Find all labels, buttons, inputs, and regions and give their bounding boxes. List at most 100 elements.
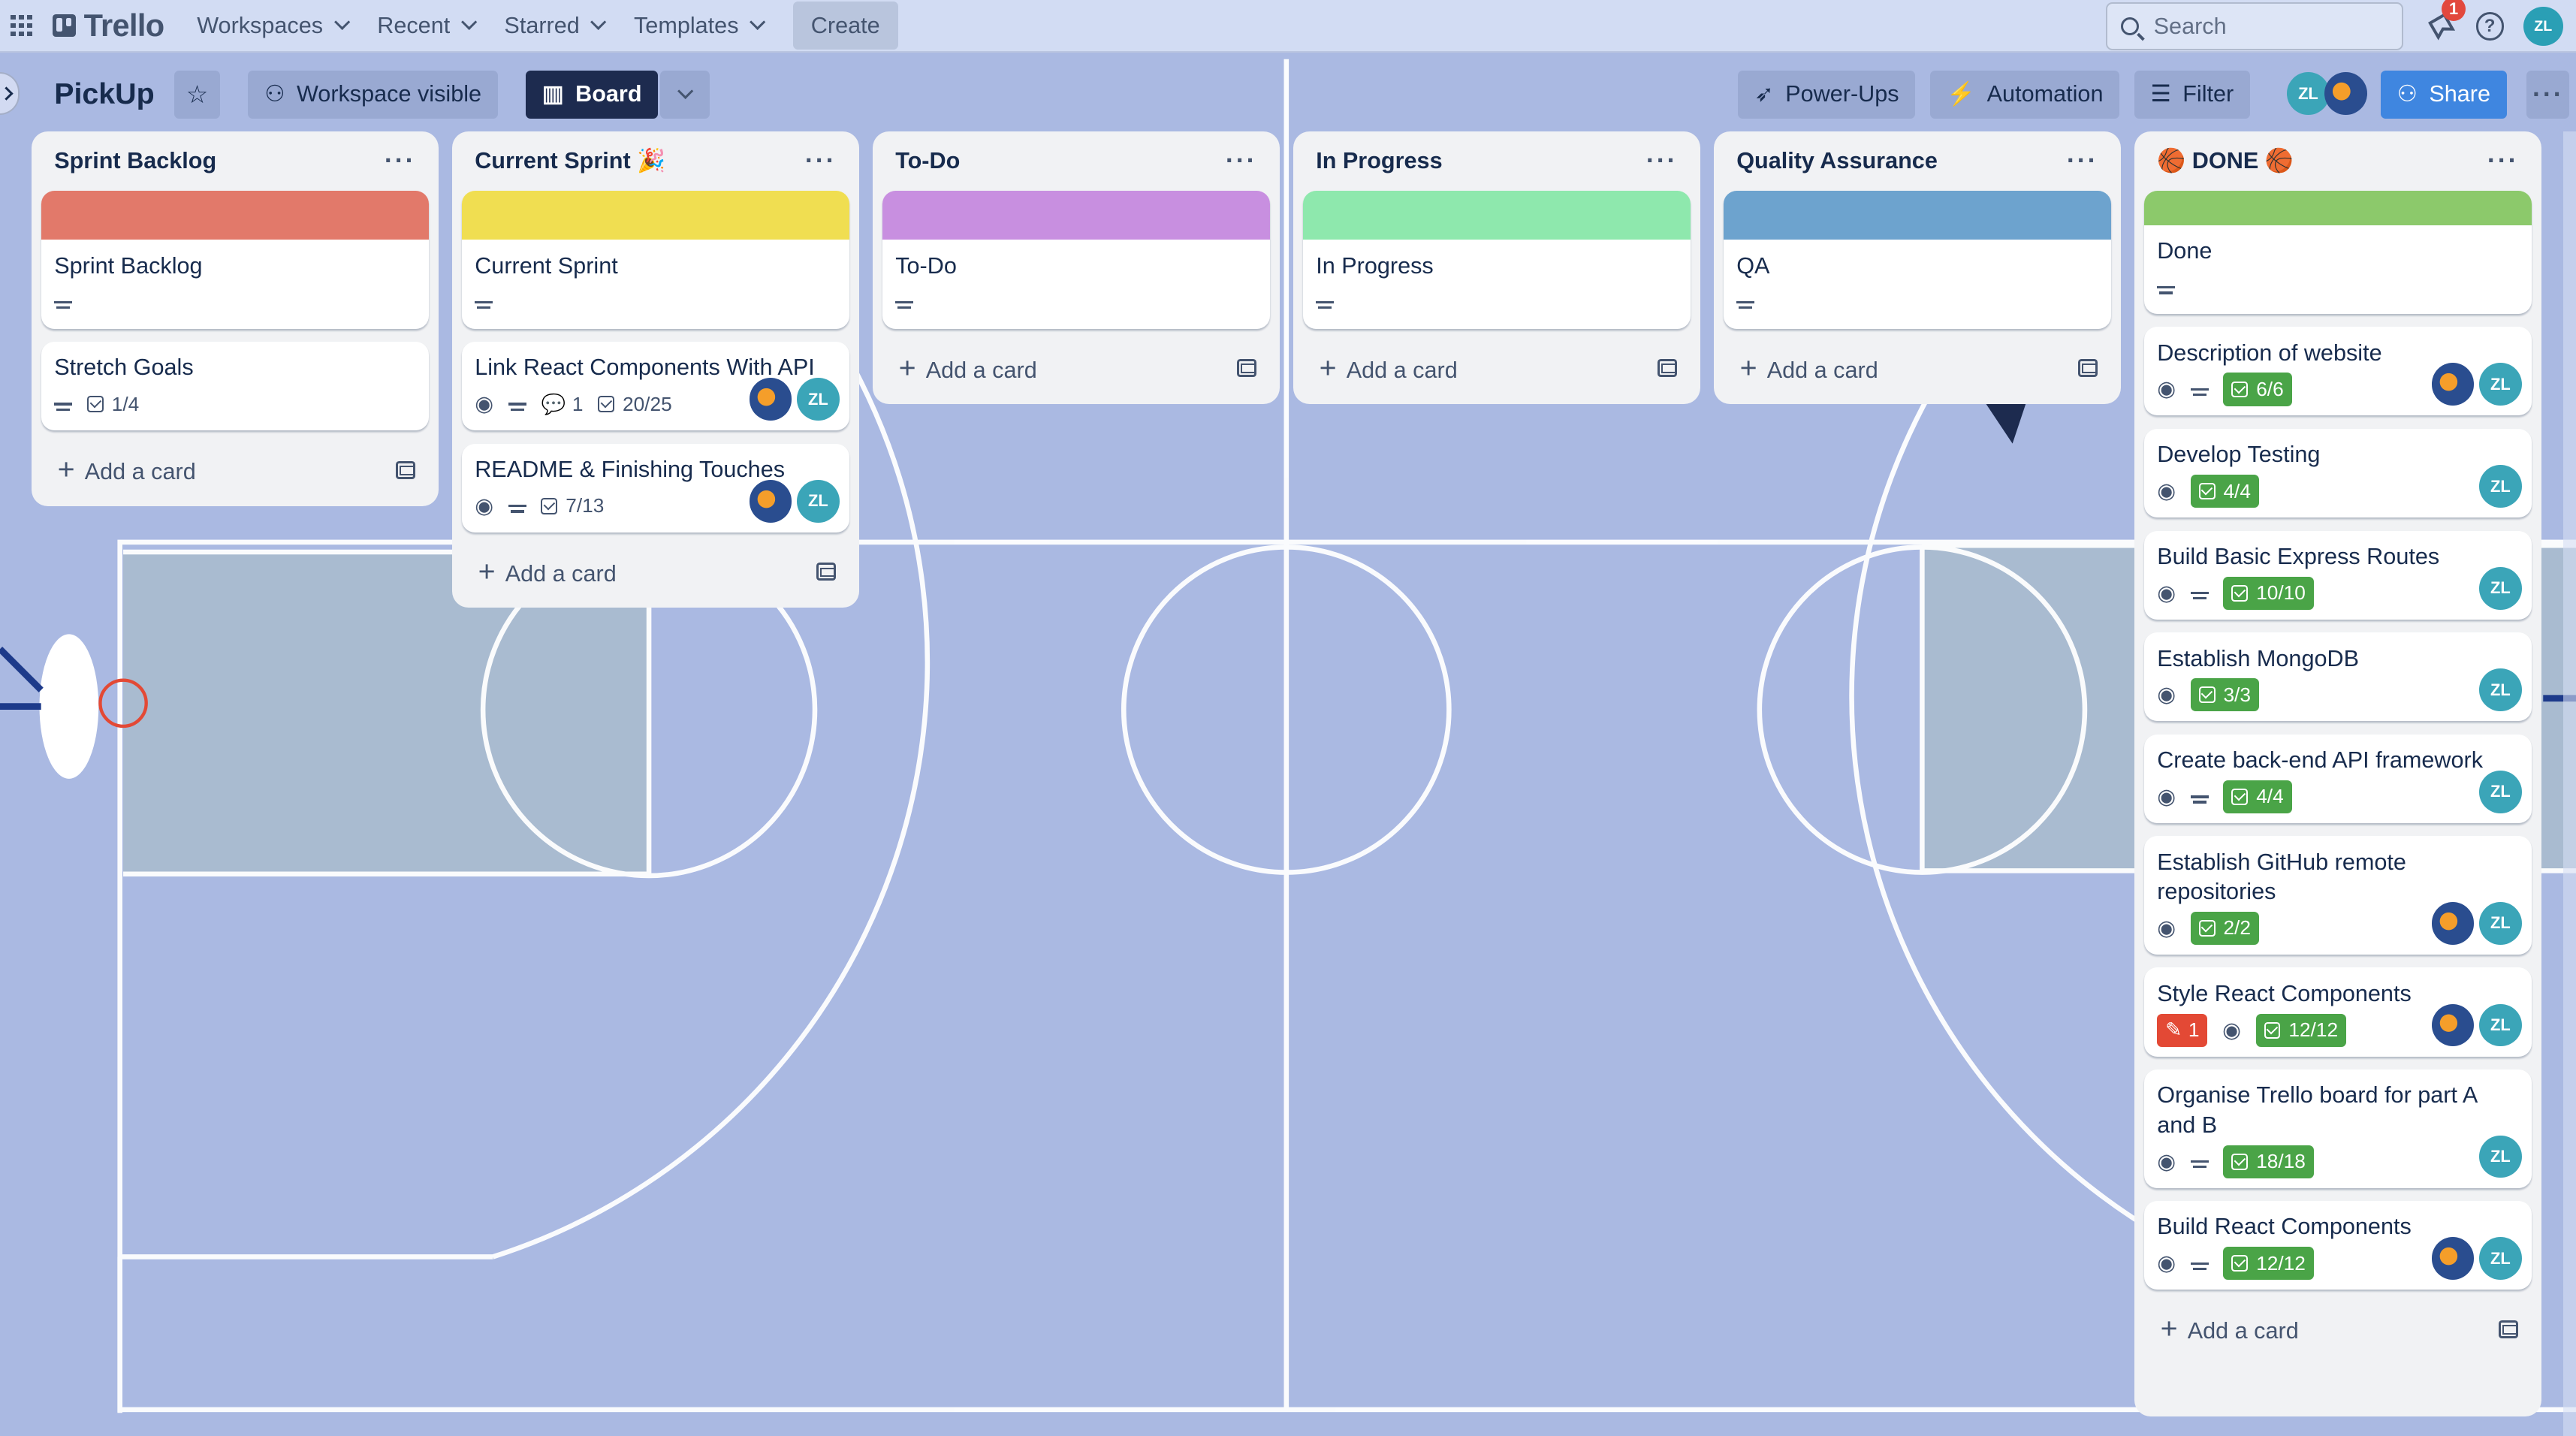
list-header[interactable]: Quality Assurance ··· (1724, 131, 2111, 191)
templates-menu[interactable]: Templates (621, 1, 777, 50)
card[interactable]: README & Finishing Touches ◉ 7/13 ZL (461, 443, 849, 532)
automation-button[interactable]: ⚡ Automation (1930, 71, 2120, 119)
card-title: Current Sprint (475, 252, 618, 279)
add-card-button[interactable]: + Add a card (1303, 342, 1691, 394)
list-menu-icon[interactable]: ··· (2067, 146, 2098, 176)
list-header[interactable]: Current Sprint 🎉 ··· (462, 131, 849, 191)
plus-icon: + (478, 554, 496, 588)
chevron-down-icon (677, 83, 694, 100)
card[interactable]: Build Basic Express Routes ◉ 10/10 ZL (2143, 530, 2532, 620)
card-template-icon[interactable] (816, 563, 837, 581)
card[interactable]: Build React Components ◉ 12/12 ZL (2143, 1201, 2532, 1290)
add-card-label: Add a card (84, 459, 196, 485)
list-header[interactable]: 🏀 DONE 🏀 ··· (2144, 131, 2532, 191)
member-avatar[interactable]: ZL (2478, 770, 2522, 813)
notifications-button[interactable]: 1 (2424, 0, 2466, 44)
list-title[interactable]: To-Do (895, 148, 960, 174)
member-avatar[interactable]: ZL (2478, 465, 2522, 508)
create-button[interactable]: Create (792, 2, 898, 50)
member-avatar[interactable]: ZL (796, 479, 840, 523)
powerups-button[interactable]: ➶ Power-Ups (1738, 71, 1916, 119)
card-template-icon[interactable] (2499, 1320, 2519, 1338)
member-avatar[interactable]: ZL (2478, 566, 2522, 610)
card-template-icon[interactable] (1237, 358, 1257, 378)
card[interactable]: Description of website ◉ 6/6 ZL (2143, 327, 2532, 416)
starred-menu[interactable]: Starred (491, 1, 617, 50)
card[interactable]: Style React Components ✎ 1 ◉ 12/12 ZL (2143, 967, 2532, 1057)
list-title[interactable]: 🏀 DONE 🏀 (2157, 148, 2294, 174)
card[interactable]: Current Sprint (461, 190, 849, 329)
card-title: Stretch Goals (54, 354, 194, 381)
member-avatar-photo[interactable] (2431, 901, 2475, 945)
workspaces-menu[interactable]: Workspaces (184, 1, 361, 50)
member-avatar[interactable]: ZL (2478, 363, 2522, 406)
member-avatar-photo[interactable] (2431, 1003, 2475, 1047)
card[interactable]: Done (2143, 190, 2532, 314)
watch-icon: ◉ (2157, 683, 2176, 707)
card-template-icon[interactable] (2078, 358, 2098, 378)
list-title[interactable]: In Progress (1316, 148, 1442, 174)
app-switcher-icon[interactable] (3, 8, 39, 44)
visibility-button[interactable]: ⚇ Workspace visible (248, 71, 498, 119)
card[interactable]: Develop Testing ◉ 4/4 ZL (2143, 428, 2532, 518)
member-avatar-photo[interactable] (749, 378, 792, 421)
view-switcher-button[interactable] (660, 71, 710, 119)
search-input[interactable]: Search (2106, 2, 2404, 50)
member-avatar-photo[interactable] (749, 479, 792, 523)
list-title[interactable]: Sprint Backlog (54, 148, 216, 174)
add-card-button[interactable]: + Add a card (1724, 342, 2111, 394)
card-template-icon[interactable] (1658, 358, 1678, 378)
member-avatar-photo[interactable] (2431, 1237, 2475, 1281)
card[interactable]: QA (1723, 190, 2111, 329)
card[interactable]: In Progress (1302, 190, 1691, 329)
list-header[interactable]: To-Do ··· (882, 131, 1270, 191)
card[interactable]: Sprint Backlog (41, 190, 429, 329)
member-avatar[interactable]: ZL (2478, 1003, 2522, 1047)
filter-button[interactable]: ☰ Filter (2134, 71, 2251, 119)
member-avatar[interactable]: ZL (2478, 1237, 2522, 1281)
member-avatar[interactable]: ZL (2478, 1135, 2522, 1178)
add-card-button[interactable]: + Add a card (462, 545, 849, 598)
member-avatar[interactable]: ZL (2478, 901, 2522, 945)
card[interactable]: Establish GitHub remote repositories ◉ 2… (2143, 836, 2532, 955)
member-avatar-photo[interactable] (2431, 363, 2475, 406)
list-header[interactable]: Sprint Backlog ··· (41, 131, 429, 191)
card[interactable]: Establish MongoDB ◉ 3/3 ZL (2143, 632, 2532, 722)
board-title[interactable]: PickUp (54, 77, 154, 111)
list-done: 🏀 DONE 🏀 ··· Done Description of website… (2134, 131, 2542, 1416)
list-menu-icon[interactable]: ··· (1646, 146, 1678, 176)
card[interactable]: Stretch Goals 1/4 (41, 342, 429, 431)
card[interactable]: Organise Trello board for part A and B ◉… (2143, 1069, 2532, 1188)
trello-logo[interactable]: Trello (53, 8, 164, 44)
list-title[interactable]: Current Sprint 🎉 (475, 148, 665, 174)
card-template-icon[interactable] (396, 460, 416, 479)
card-cover (461, 190, 849, 240)
list-title[interactable]: Quality Assurance (1736, 148, 1938, 174)
member-avatar-photo[interactable] (2324, 72, 2368, 116)
share-button[interactable]: ⚇ Share (2380, 71, 2507, 119)
list-menu-icon[interactable]: ··· (805, 146, 837, 176)
help-icon[interactable]: ? (2475, 12, 2504, 41)
board-members: ZL (2287, 72, 2368, 116)
list-header[interactable]: In Progress ··· (1303, 131, 1691, 191)
member-avatar[interactable]: ZL (2287, 72, 2330, 116)
member-avatar[interactable]: ZL (796, 378, 840, 421)
add-card-button[interactable]: + Add a card (882, 342, 1270, 394)
card[interactable]: Create back-end API framework ◉ 4/4 ZL (2143, 734, 2532, 823)
card[interactable]: Link React Components With API ◉ 💬 1 20/2… (461, 342, 849, 431)
list-menu-icon[interactable]: ··· (1226, 146, 1257, 176)
list-menu-icon[interactable]: ··· (2487, 146, 2519, 176)
card[interactable]: To-Do (882, 190, 1270, 329)
star-board-button[interactable]: ☆ (173, 71, 221, 119)
account-avatar[interactable]: ZL (2523, 6, 2563, 47)
add-card-button[interactable]: + Add a card (2144, 1303, 2532, 1356)
recent-menu[interactable]: Recent (364, 1, 488, 50)
board-menu-button[interactable]: ··· (2526, 71, 2570, 119)
expand-sidebar-button[interactable] (0, 72, 20, 116)
list-menu-icon[interactable]: ··· (385, 146, 416, 176)
watch-icon: ◉ (475, 493, 493, 518)
add-card-button[interactable]: + Add a card (41, 444, 429, 496)
board-scroll-edge[interactable] (2562, 131, 2576, 1436)
board-view-button[interactable]: ▥ Board (526, 71, 659, 119)
member-avatar[interactable]: ZL (2478, 668, 2522, 712)
